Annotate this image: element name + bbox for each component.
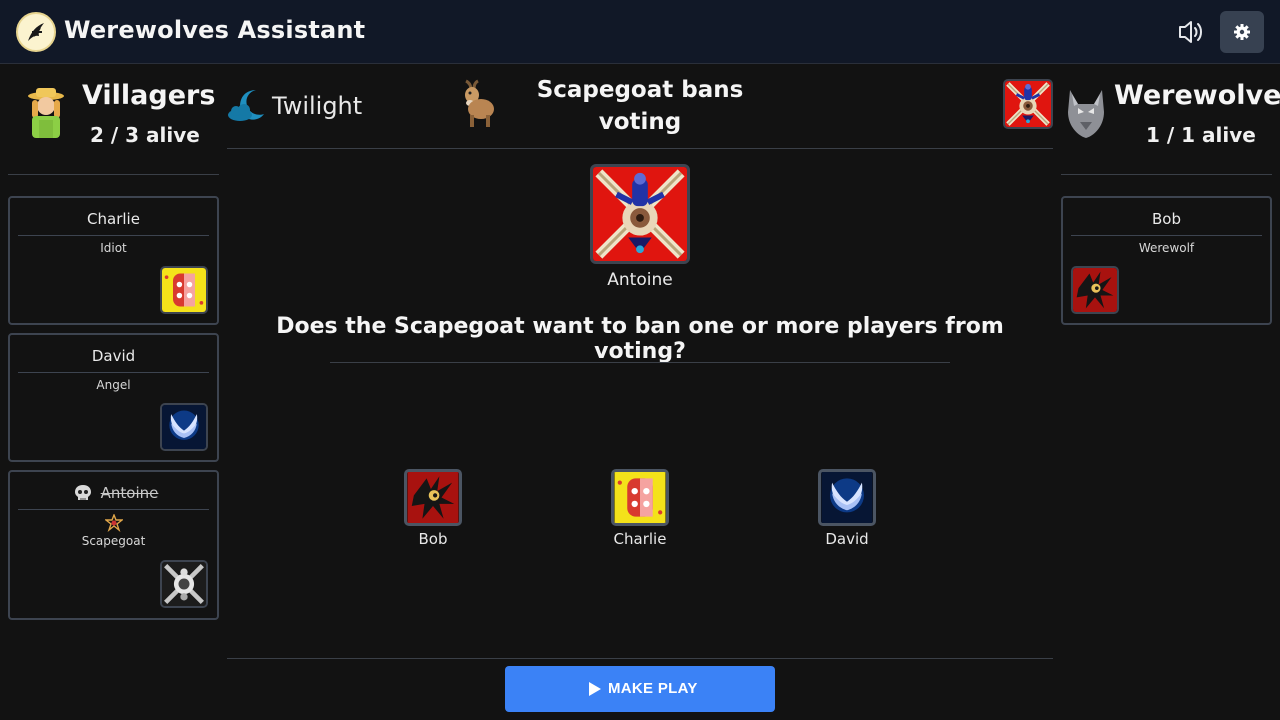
scapegoat-role-icon bbox=[160, 560, 208, 608]
source-player-name: Antoine bbox=[607, 270, 673, 290]
idiot-role-icon bbox=[160, 266, 208, 314]
target-name[interactable]: David bbox=[797, 530, 897, 548]
werewolf-role-icon bbox=[1071, 266, 1119, 314]
moon-cloud-icon bbox=[228, 90, 264, 121]
sheriff-star-icon bbox=[105, 514, 123, 532]
player-name: Charlie bbox=[87, 210, 140, 228]
target-bob[interactable] bbox=[404, 469, 462, 526]
card-divider bbox=[18, 372, 209, 373]
villagers-count: 2 / 3 alive bbox=[90, 123, 200, 147]
werewolves-divider bbox=[1061, 174, 1272, 175]
settings-button[interactable] bbox=[1220, 11, 1264, 53]
player-name: Antoine bbox=[26, 484, 233, 502]
action-question: Does the Scapegoat want to ban one or mo… bbox=[276, 314, 1004, 364]
villagers-title: Villagers bbox=[82, 80, 216, 111]
werewolves-count: 1 / 1 alive bbox=[1146, 123, 1256, 147]
app-title: Werewolves Assistant bbox=[64, 16, 366, 44]
player-card-david: David Angel bbox=[8, 333, 219, 462]
make-play-label: MAKE PLAY bbox=[608, 680, 698, 697]
top-bar: Werewolves Assistant bbox=[0, 0, 1280, 64]
card-divider bbox=[18, 509, 209, 510]
werewolves-header: Werewolves 1 / 1 alive bbox=[1064, 80, 1280, 150]
make-play-button[interactable]: MAKE PLAY bbox=[505, 666, 775, 712]
player-card-bob: Bob Werewolf bbox=[1061, 196, 1272, 325]
angel-role-icon bbox=[160, 403, 208, 451]
speaker-icon[interactable] bbox=[1174, 16, 1208, 48]
target-charlie[interactable] bbox=[611, 469, 669, 526]
player-role: Angel bbox=[96, 378, 131, 392]
villagers-divider bbox=[8, 174, 219, 175]
scapegoat-source-icon bbox=[1003, 79, 1053, 129]
werewolves-title: Werewolves bbox=[1114, 80, 1280, 111]
action-title: Scapegoat bans voting bbox=[536, 77, 744, 135]
question-divider bbox=[330, 362, 950, 363]
card-divider bbox=[18, 235, 209, 236]
player-card-antoine: Antoine Scapegoat bbox=[8, 470, 219, 620]
player-name: David bbox=[91, 347, 136, 365]
villager-avatar-icon bbox=[28, 88, 64, 138]
card-divider bbox=[1071, 235, 1262, 236]
phase-indicator: Twilight bbox=[226, 86, 366, 126]
villagers-header: Villagers 2 / 3 alive bbox=[24, 80, 216, 150]
target-david[interactable] bbox=[818, 469, 876, 526]
werewolf-avatar-icon bbox=[1068, 90, 1104, 138]
player-card-charlie: Charlie Idiot bbox=[8, 196, 219, 325]
phase-label: Twilight bbox=[272, 92, 363, 120]
play-icon bbox=[589, 682, 601, 696]
target-name[interactable]: Bob bbox=[383, 530, 483, 548]
player-role: Werewolf bbox=[1138, 241, 1195, 255]
goat-icon bbox=[465, 79, 494, 127]
center-bottom-divider bbox=[227, 658, 1053, 659]
target-name[interactable]: Charlie bbox=[590, 530, 690, 548]
center-top-divider bbox=[227, 148, 1053, 149]
werewolf-logo-icon[interactable] bbox=[16, 12, 56, 52]
player-name: Bob bbox=[1152, 210, 1181, 228]
player-role: Scapegoat bbox=[81, 534, 146, 548]
gear-icon bbox=[1234, 24, 1250, 40]
source-role-card bbox=[590, 164, 690, 264]
player-role: Idiot bbox=[100, 241, 127, 255]
dead-player-name: Antoine bbox=[100, 484, 159, 502]
